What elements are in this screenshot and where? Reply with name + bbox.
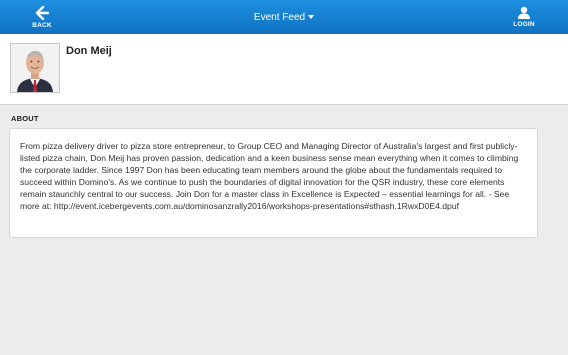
about-heading: ABOUT (11, 114, 39, 123)
speaker-photo (11, 44, 59, 92)
header-title-container: Event Feed (0, 0, 568, 34)
page-title: Event Feed (253, 11, 306, 23)
chevron-down-icon (308, 14, 315, 19)
back-button[interactable]: BACK (18, 0, 66, 34)
speaker-name: Don Meij (66, 45, 112, 57)
back-arrow-icon (35, 5, 49, 20)
avatar (10, 43, 60, 93)
login-button[interactable]: LOGIN (500, 0, 548, 34)
event-feed-dropdown[interactable]: Event Feed (253, 11, 315, 23)
login-label: LOGIN (513, 21, 535, 28)
about-card: From pizza delivery driver to pizza stor… (9, 128, 538, 238)
user-icon (518, 6, 530, 19)
about-text: From pizza delivery driver to pizza stor… (20, 141, 519, 212)
back-label: BACK (32, 21, 52, 29)
top-app-bar: BACK Event Feed LOGIN (0, 0, 568, 34)
speaker-profile-header: Don Meij (0, 34, 568, 105)
